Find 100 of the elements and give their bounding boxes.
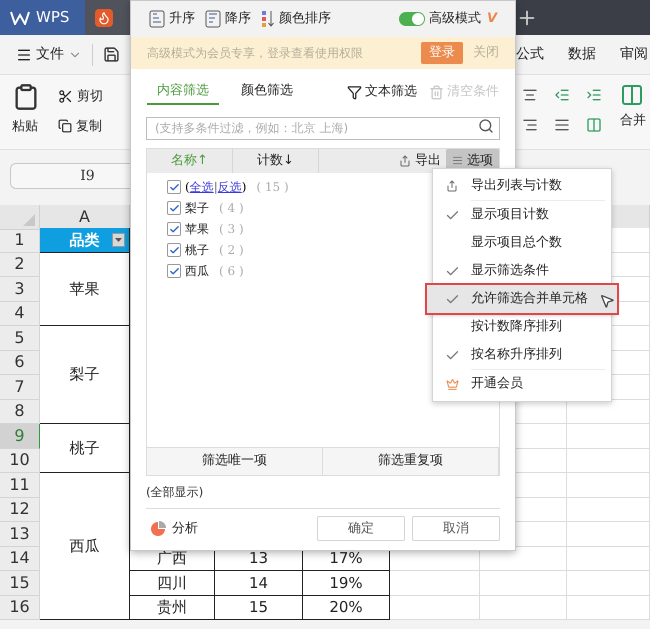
menu-item[interactable]: 开通会员 <box>433 370 611 398</box>
sort-button[interactable]: 颜色排序 <box>261 9 331 29</box>
checkbox[interactable] <box>167 201 181 215</box>
paste-button[interactable]: 粘贴 <box>12 117 38 136</box>
checkbox[interactable] <box>167 180 181 194</box>
filter-action-button[interactable]: 筛选重复项 <box>323 448 499 474</box>
merge-cells-icon[interactable] <box>620 83 644 107</box>
value-label: 西瓜 <box>185 263 209 280</box>
filter-action-button[interactable]: 筛选唯一项 <box>147 448 323 474</box>
row-number[interactable]: 2 <box>0 252 40 277</box>
distribute-icon[interactable] <box>586 117 602 133</box>
merged-cell: 桃子 <box>40 424 130 473</box>
row-number[interactable]: 5 <box>0 326 40 350</box>
copy-icon <box>58 119 72 134</box>
column-sort-button[interactable]: 计数↓ <box>233 148 319 172</box>
export-icon <box>446 180 458 192</box>
table-cell: 贵州 <box>130 596 215 620</box>
row-number[interactable]: 8 <box>0 400 40 424</box>
row-number[interactable]: 7 <box>0 375 40 400</box>
filter-icon <box>347 84 362 100</box>
row-number[interactable]: 3 <box>0 277 40 302</box>
sort-button[interactable]: 升序 <box>149 9 195 29</box>
row-number[interactable]: 15 <box>0 571 40 596</box>
checkbox[interactable] <box>167 243 181 257</box>
table-cell: 14 <box>215 571 303 596</box>
value-label: 桃子 <box>185 242 209 259</box>
text-filter-button[interactable]: 文本筛选 <box>347 79 417 105</box>
table-cell: 15 <box>215 596 303 620</box>
filter-dropdown-button[interactable] <box>112 233 125 247</box>
align-right-icon[interactable] <box>522 117 538 133</box>
row-number[interactable]: 14 <box>0 546 40 571</box>
crown-icon <box>446 378 458 390</box>
value-count: ( 6 ) <box>219 263 244 280</box>
menu-tab[interactable]: 公式 <box>516 44 544 65</box>
indent-increase-icon[interactable] <box>586 87 602 103</box>
sort-button[interactable]: 降序 <box>205 9 251 29</box>
align-icon[interactable] <box>522 87 538 103</box>
menu-item[interactable]: 显示筛选条件 <box>433 257 611 285</box>
menu-item[interactable]: 导出列表与计数 <box>433 172 611 200</box>
analyze-button[interactable]: 分析 <box>150 518 198 538</box>
flame-icon <box>95 8 113 26</box>
value-count: ( 3 ) <box>219 221 244 238</box>
search-icon[interactable] <box>478 118 494 134</box>
separator-text: | <box>214 179 218 196</box>
toggle-switch[interactable] <box>398 12 425 26</box>
justify-icon[interactable] <box>554 117 570 133</box>
indent-decrease-icon[interactable] <box>554 87 570 103</box>
table-cell: 20% <box>303 596 390 620</box>
menu-item[interactable]: 按计数降序排列 <box>433 313 611 341</box>
cursor-icon <box>599 293 615 309</box>
merged-cell: 苹果 <box>40 252 130 326</box>
search-field[interactable]: (支持多条件过滤，例如：北京 上海) <box>146 116 500 140</box>
column-header[interactable]: A <box>40 205 130 230</box>
menu-item[interactable]: 显示项目计数 <box>433 201 611 229</box>
paren-text: ) <box>242 179 246 196</box>
row-number[interactable]: 4 <box>0 302 40 326</box>
check-icon <box>168 224 180 234</box>
export-button[interactable]: 导出 <box>399 150 441 170</box>
table-cell: 19% <box>303 571 390 596</box>
file-menu[interactable]: 文件 <box>16 44 82 65</box>
menu-tab[interactable]: 审阅 <box>620 44 648 65</box>
row-number[interactable]: 6 <box>0 350 40 375</box>
banner-text: 高级模式为会员专享，登录查看使用权限 <box>147 45 364 62</box>
save-icon[interactable] <box>103 46 120 63</box>
pie-chart-icon <box>150 520 166 536</box>
dropdown-arrow-icon <box>115 238 122 242</box>
sort-descending-icon <box>205 10 221 28</box>
lines-icon <box>452 155 463 166</box>
row-number[interactable]: 13 <box>0 522 40 546</box>
app-tab[interactable]: WPS <box>0 0 85 35</box>
merge-button[interactable]: 合并 <box>620 111 646 130</box>
copy-button[interactable]: 复制 <box>58 116 103 136</box>
cut-button[interactable]: 剪切 <box>58 87 103 106</box>
merged-cell: 梨子 <box>40 326 130 424</box>
value-count: ( 15 ) <box>256 179 289 196</box>
document-tab[interactable] <box>85 0 130 35</box>
menu-tab[interactable]: 数据 <box>568 44 596 65</box>
row-number[interactable]: 12 <box>0 498 40 522</box>
paren-text: ( <box>185 179 190 196</box>
row-number[interactable]: 16 <box>0 596 40 620</box>
cancel-button[interactable]: 取消 <box>412 516 500 541</box>
ok-button[interactable]: 确定 <box>317 516 405 541</box>
select-all-link[interactable]: 全选 <box>190 178 214 196</box>
row-number[interactable]: 10 <box>0 448 40 473</box>
menu-item[interactable]: 按名称升序排列 <box>433 341 611 369</box>
row-number[interactable]: 11 <box>0 473 40 498</box>
filter-tab[interactable]: 内容筛选 <box>147 79 219 105</box>
merged-cell: 西瓜 <box>40 473 130 620</box>
filter-tab[interactable]: 颜色筛选 <box>231 79 303 105</box>
invert-selection-link[interactable]: 反选 <box>218 178 242 196</box>
checkbox[interactable] <box>167 264 181 278</box>
vip-label: V <box>486 10 497 28</box>
wps-logo-icon <box>10 10 30 24</box>
scissors-icon <box>58 89 73 104</box>
row-number[interactable]: 1 <box>0 228 40 252</box>
corner-triangle-icon <box>23 214 35 226</box>
menu-icon <box>16 46 32 62</box>
menu-item[interactable]: 允许筛选合并单元格 <box>427 285 617 313</box>
menu-item[interactable]: 显示项目总个数 <box>433 229 611 257</box>
checkbox[interactable] <box>167 222 181 236</box>
